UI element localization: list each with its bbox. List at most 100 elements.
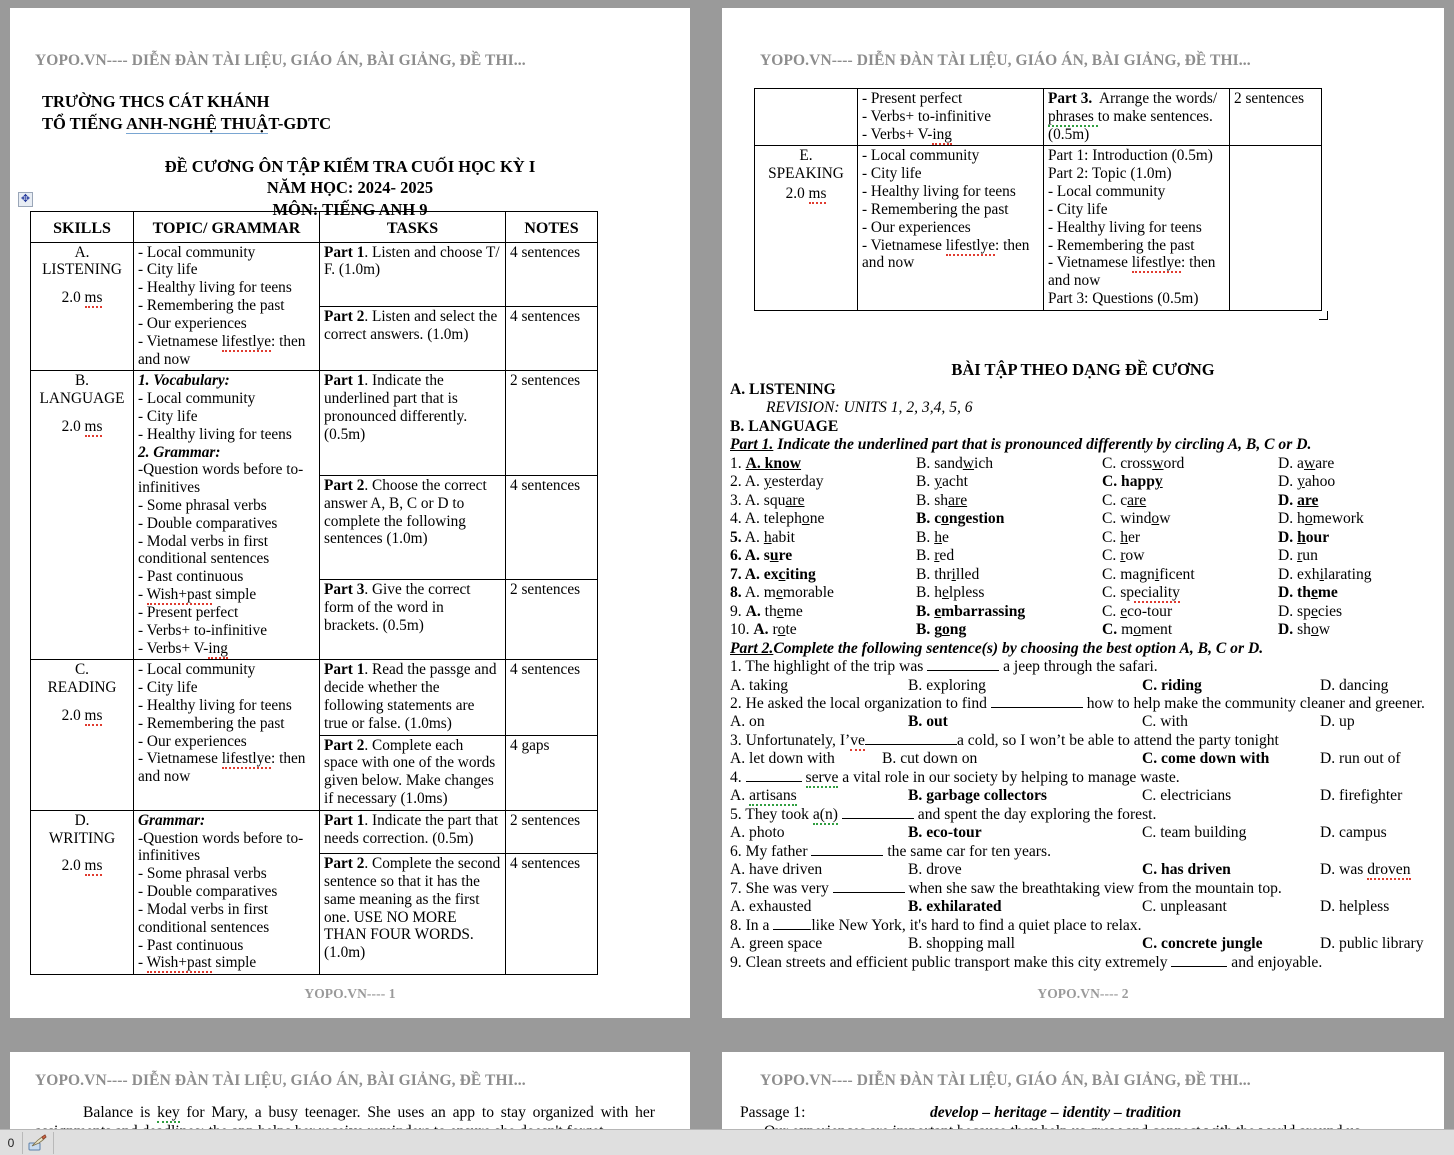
option-d[interactable]: D. campus bbox=[1320, 824, 1436, 842]
skill-letter: B. bbox=[74, 372, 90, 390]
topic-item: - Double comparatives bbox=[138, 883, 278, 901]
option-a[interactable]: A. have driven bbox=[730, 861, 908, 879]
option-c[interactable]: C. row bbox=[1102, 547, 1278, 565]
option-c[interactable]: C. care bbox=[1102, 492, 1278, 510]
option-c[interactable]: C. moment bbox=[1102, 621, 1278, 639]
question-options: A. let down with B. cut down on C. come do… bbox=[730, 750, 1436, 768]
option-d[interactable]: D. run out of bbox=[1320, 750, 1436, 768]
option-b[interactable]: B. congestion bbox=[916, 510, 1102, 528]
option-d[interactable]: D. species bbox=[1278, 603, 1436, 621]
option-a[interactable]: 10. A. rote bbox=[730, 621, 916, 639]
skill-cell-reading: C. READING 2.0 ms bbox=[30, 659, 134, 811]
option-b[interactable]: B. cut down on bbox=[882, 750, 1142, 768]
option-c[interactable]: C. magnificent bbox=[1102, 566, 1278, 584]
option-c[interactable]: C. with bbox=[1142, 713, 1320, 731]
option-a[interactable]: 6. A. sure bbox=[730, 547, 916, 565]
option-d[interactable]: D. theme bbox=[1278, 584, 1436, 602]
notes-cell: 4 sentences bbox=[505, 241, 598, 307]
topic-item: - Healthy living for teens bbox=[138, 425, 292, 443]
option-b[interactable]: B. exhilarated bbox=[908, 898, 1142, 916]
option-d[interactable]: D. hour bbox=[1278, 529, 1436, 547]
topic-item: - Healthy living for teens bbox=[138, 279, 292, 297]
skill-name: LISTENING bbox=[42, 261, 122, 279]
skill-letter: E. bbox=[799, 147, 813, 165]
topic-item: - Present perfect bbox=[862, 90, 963, 107]
topic-item: - Verbs+ V-ing bbox=[862, 125, 952, 145]
option-a[interactable]: 9. A. theme bbox=[730, 603, 916, 621]
option-b[interactable]: B. sandwich bbox=[916, 455, 1102, 473]
option-a[interactable]: 5. A. habit bbox=[730, 529, 916, 547]
page-break-gutter bbox=[0, 1018, 1454, 1052]
option-c[interactable]: C. has driven bbox=[1142, 861, 1320, 879]
option-d[interactable]: D. up bbox=[1320, 713, 1436, 731]
option-b[interactable]: B. red bbox=[916, 547, 1102, 565]
option-c[interactable]: C. speciality bbox=[1102, 584, 1278, 604]
option-a[interactable]: A. photo bbox=[730, 824, 908, 842]
skill-letter: C. bbox=[74, 661, 90, 679]
skill-marks: 2.0 ms bbox=[61, 289, 103, 309]
topic-item: - City life bbox=[138, 679, 198, 697]
option-d[interactable]: D. homework bbox=[1278, 510, 1436, 528]
table-resize-handle-icon[interactable] bbox=[1319, 310, 1328, 320]
option-a[interactable]: 4. A. telephone bbox=[730, 510, 916, 528]
option-c[interactable]: C. riding bbox=[1142, 677, 1320, 695]
option-a[interactable]: A. let down with bbox=[730, 750, 882, 768]
option-b[interactable]: B. eco-tour bbox=[908, 824, 1142, 842]
option-d[interactable]: D. was droven bbox=[1320, 861, 1436, 881]
format-painter-icon[interactable] bbox=[23, 1132, 53, 1154]
option-a[interactable]: 1. A. know bbox=[730, 455, 916, 473]
option-d[interactable]: D. firefighter bbox=[1320, 787, 1436, 805]
question-text: 6. My father the same car for ten years. bbox=[730, 842, 1051, 860]
option-c[interactable]: C. crossword bbox=[1102, 455, 1278, 473]
option-d[interactable]: D. public library bbox=[1320, 935, 1436, 953]
option-a[interactable]: 7. A. exciting bbox=[730, 566, 916, 584]
task-cell: Part 2. Choose the correct answer A, B, … bbox=[319, 474, 506, 581]
option-d[interactable]: D. run bbox=[1278, 547, 1436, 565]
option-c[interactable]: C. electricians bbox=[1142, 787, 1320, 805]
option-b[interactable]: B. exploring bbox=[908, 677, 1142, 695]
option-c[interactable]: C. unpleasant bbox=[1142, 898, 1320, 916]
option-b[interactable]: B. garbage collectors bbox=[908, 787, 1142, 805]
question-text: 8. In a like New York, it's hard to find… bbox=[730, 916, 1142, 934]
option-b[interactable]: B. embarrassing bbox=[916, 603, 1102, 621]
page-number-indicator[interactable]: 0 bbox=[0, 1136, 22, 1150]
option-c[interactable]: C. concrete jungle bbox=[1142, 935, 1320, 953]
option-d[interactable]: D. dancing bbox=[1320, 677, 1436, 695]
table-move-handle-icon[interactable]: ✥ bbox=[18, 192, 33, 207]
option-c[interactable]: C. her bbox=[1102, 529, 1278, 547]
option-d[interactable]: D. exhilarating bbox=[1278, 566, 1436, 584]
option-a[interactable]: 8. A. memorable bbox=[730, 584, 916, 602]
option-d[interactable]: D. are bbox=[1278, 492, 1436, 510]
option-b[interactable]: B. thrilled bbox=[916, 566, 1102, 584]
topic-item: - Past continuous bbox=[138, 936, 244, 954]
option-a[interactable]: A. artisans bbox=[730, 787, 908, 807]
option-a[interactable]: A. taking bbox=[730, 677, 908, 695]
option-b[interactable]: B. out bbox=[908, 713, 1142, 731]
task-cell-speaking: Part 1: Introduction (0.5m) Part 2: Topi… bbox=[1043, 145, 1230, 311]
option-c[interactable]: C. happy bbox=[1102, 473, 1278, 491]
option-a[interactable]: A. green space bbox=[730, 935, 908, 953]
option-c[interactable]: C. window bbox=[1102, 510, 1278, 528]
option-b[interactable]: B. drove bbox=[908, 861, 1142, 879]
option-b[interactable]: B. gong bbox=[916, 621, 1102, 639]
option-c[interactable]: C. eco-tour bbox=[1102, 603, 1278, 621]
option-a[interactable]: A. exhausted bbox=[730, 898, 908, 916]
option-a[interactable]: 2. A. yesterday bbox=[730, 473, 916, 491]
left-gutter bbox=[0, 0, 10, 1155]
option-c[interactable]: C. come down with bbox=[1142, 750, 1320, 768]
option-a[interactable]: 3. A. square bbox=[730, 492, 916, 510]
option-b[interactable]: B. share bbox=[916, 492, 1102, 510]
option-c[interactable]: C. team building bbox=[1142, 824, 1320, 842]
option-a[interactable]: A. on bbox=[730, 713, 908, 731]
option-d[interactable]: D. yahoo bbox=[1278, 473, 1436, 491]
task-item: - Healthy living for teens bbox=[1048, 218, 1202, 236]
watermark-footer-page1: YOPO.VN---- 1 bbox=[304, 986, 396, 1001]
option-b[interactable]: B. yacht bbox=[916, 473, 1102, 491]
option-b[interactable]: B. helpless bbox=[916, 584, 1102, 602]
option-b[interactable]: B. he bbox=[916, 529, 1102, 547]
option-d[interactable]: D. aware bbox=[1278, 455, 1436, 473]
option-b[interactable]: B. shopping mall bbox=[908, 935, 1142, 953]
option-d[interactable]: D. helpless bbox=[1320, 898, 1436, 916]
topic-item: - Our experiences bbox=[138, 314, 247, 332]
option-d[interactable]: D. show bbox=[1278, 621, 1436, 639]
